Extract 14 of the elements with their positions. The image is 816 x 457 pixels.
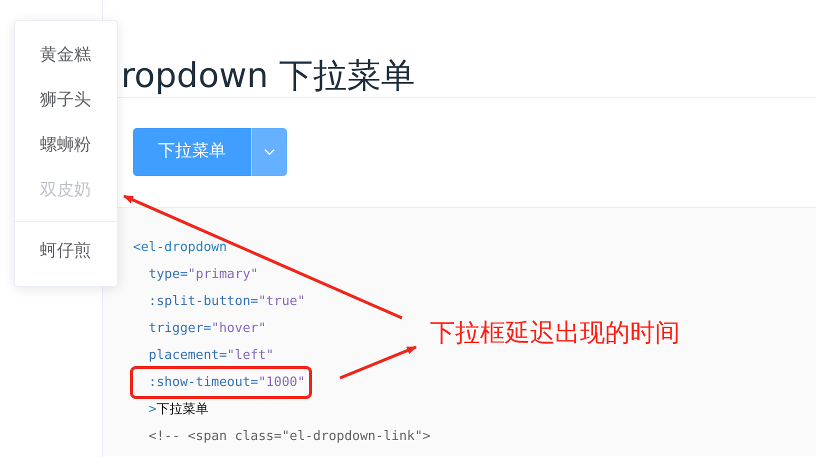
chevron-down-icon xyxy=(264,148,275,156)
code-line: >下拉菜单 xyxy=(148,401,208,419)
code-line: <!-- <span class="el-dropdown-link"> xyxy=(148,428,430,446)
code-line: :show-timeout="1000" xyxy=(133,369,310,396)
code-line: trigger="hover" xyxy=(148,320,266,338)
dropdown-toggle-button[interactable] xyxy=(252,128,287,176)
code-line: type="primary" xyxy=(148,266,258,284)
menu-item: 双皮奶 xyxy=(39,179,92,202)
annotation-text: 下拉框延迟出现的时间 xyxy=(430,317,680,349)
code-line: placement="left" xyxy=(148,347,274,365)
menu-item[interactable]: 蚵仔煎 xyxy=(15,221,117,274)
code-line: :split-button="true" xyxy=(148,293,306,311)
code-line: <el-dropdown xyxy=(133,239,227,257)
menu-item[interactable]: 螺蛳粉 xyxy=(15,123,117,168)
